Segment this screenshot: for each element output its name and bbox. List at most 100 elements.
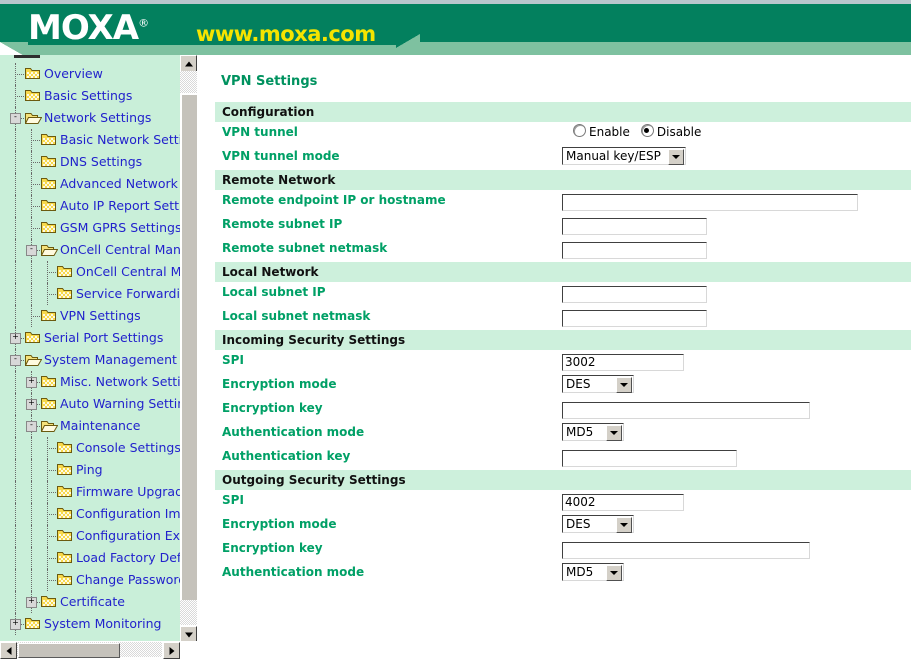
sidebar-item-dns-settings[interactable]: DNS Settings — [0, 151, 197, 173]
vertical-scroll-thumb[interactable] — [181, 94, 198, 601]
input-local-subnet-ip[interactable] — [562, 285, 707, 303]
input-remote-subnet-ip[interactable] — [562, 217, 707, 235]
select-dropdown-button[interactable] — [606, 565, 622, 581]
sidebar-item-label[interactable]: DNS Settings — [60, 151, 142, 173]
sidebar-item-auto-warning-settings[interactable]: + Auto Warning Settings — [0, 393, 197, 415]
select-authentication-mode[interactable]: MD5 — [562, 563, 624, 581]
input-spi[interactable] — [562, 353, 684, 371]
sidebar-item-oncell-central-management[interactable]: - OnCell Central Management — [0, 239, 197, 261]
sidebar-item-label[interactable]: Overview — [44, 63, 103, 85]
sidebar-item-label[interactable]: Maintenance — [60, 415, 141, 437]
select-encryption-mode[interactable]: DES — [562, 375, 634, 393]
select-authentication-mode[interactable]: MD5 — [562, 423, 624, 441]
input-encryption-key[interactable] — [562, 401, 810, 419]
tree-expand-icon[interactable]: + — [26, 597, 37, 608]
sidebar-item-system-management[interactable]: - System Management — [0, 349, 197, 371]
sidebar-item-change-password[interactable]: Change Password — [0, 569, 197, 591]
sidebar-item-service-forwarding[interactable]: Service Forwarding — [0, 283, 197, 305]
select-dropdown-button[interactable] — [668, 149, 684, 165]
sidebar-item-label[interactable]: Auto IP Report Settings — [60, 195, 197, 217]
input-local-subnet-netmask[interactable] — [562, 309, 707, 327]
tree-collapse-icon[interactable]: - — [10, 355, 21, 366]
sidebar-item-label[interactable]: Serial Port Settings — [44, 327, 163, 349]
sidebar-vertical-scrollbar[interactable] — [180, 55, 198, 643]
sidebar-item-label[interactable]: Firmware Upgrade — [76, 481, 191, 503]
tree-expand-icon[interactable]: + — [26, 399, 37, 410]
input-spi[interactable] — [562, 493, 684, 511]
sidebar-item-certificate[interactable]: + Certificate — [0, 591, 197, 613]
sidebar-item-maintenance[interactable]: - Maintenance — [0, 415, 197, 437]
tree-expand-icon[interactable]: + — [26, 377, 37, 388]
select-dropdown-button[interactable] — [606, 425, 622, 441]
sidebar-item-gsm-gprs-settings[interactable]: GSM GPRS Settings — [0, 217, 197, 239]
sidebar-item-label[interactable]: Advanced Network Settings — [60, 173, 197, 195]
sidebar-item-label[interactable]: Certificate — [60, 591, 125, 613]
scroll-left-button[interactable] — [0, 642, 17, 659]
scroll-up-button[interactable] — [180, 55, 197, 72]
sidebar-item-firmware-upgrade[interactable]: Firmware Upgrade — [0, 481, 197, 503]
sidebar-item-overview[interactable]: Overview — [0, 63, 197, 85]
sidebar-item-configuration-import[interactable]: Configuration Import — [0, 503, 197, 525]
radio-disable[interactable] — [640, 124, 654, 137]
sidebar-item-label[interactable]: Basic Network Settings — [60, 129, 197, 151]
tree-collapse-icon[interactable]: - — [10, 113, 21, 124]
sidebar-item-label[interactable]: OnCell Central Management — [76, 261, 197, 283]
radio-enable[interactable] — [573, 124, 586, 137]
radio-label[interactable]: Disable — [657, 125, 702, 139]
navigation-tree[interactable]: Overview Basic Settings - Network Settings B… — [0, 63, 197, 635]
sidebar-item-auto-ip-report-settings[interactable]: Auto IP Report Settings — [0, 195, 197, 217]
sidebar-item-label[interactable]: Network Settings — [44, 107, 151, 129]
scroll-right-button[interactable] — [163, 642, 180, 659]
tree-guide-line — [15, 591, 16, 613]
sidebar-item-label[interactable]: Console Settings — [76, 437, 181, 459]
select-dropdown-button[interactable] — [616, 377, 632, 393]
sidebar-item-label[interactable]: Service Forwarding — [76, 283, 196, 305]
sidebar-item-label[interactable]: Load Factory Default — [76, 547, 197, 569]
sidebar-item-vpn-settings[interactable]: VPN Settings — [0, 305, 197, 327]
sidebar-item-load-factory-default[interactable]: Load Factory Default — [0, 547, 197, 569]
vertical-scroll-track[interactable] — [180, 71, 197, 93]
sidebar-item-label[interactable]: OnCell Central Management — [60, 239, 197, 261]
sidebar-item-label[interactable]: VPN Settings — [60, 305, 141, 327]
sidebar-item-network-settings[interactable]: - Network Settings — [0, 107, 197, 129]
sidebar-item-label[interactable]: Configuration Export — [76, 525, 197, 547]
sidebar-item-oncell-central-management[interactable]: OnCell Central Management — [0, 261, 197, 283]
sidebar-item-label[interactable]: Misc. Network Settings — [60, 371, 197, 393]
radio-label[interactable]: Enable — [589, 125, 630, 139]
sidebar-item-system-monitoring[interactable]: + System Monitoring — [0, 613, 197, 635]
select-dropdown-button[interactable] — [616, 517, 632, 533]
sidebar-item-label[interactable]: Configuration Import — [76, 503, 197, 525]
sidebar-item-console-settings[interactable]: Console Settings — [0, 437, 197, 459]
navigation-sidebar[interactable]: Overview Basic Settings - Network Settings B… — [0, 55, 197, 658]
sidebar-item-label[interactable]: Basic Settings — [44, 85, 132, 107]
select-vpn-tunnel-mode[interactable]: Manual key/ESP — [562, 147, 686, 165]
sidebar-item-label[interactable]: Change Password — [76, 569, 186, 591]
sidebar-item-advanced-network-settings[interactable]: Advanced Network Settings — [0, 173, 197, 195]
sidebar-item-serial-port-settings[interactable]: + Serial Port Settings — [0, 327, 197, 349]
sidebar-item-configuration-export[interactable]: Configuration Export — [0, 525, 197, 547]
sidebar-item-misc-network-settings[interactable]: + Misc. Network Settings — [0, 371, 197, 393]
sidebar-item-label[interactable]: Auto Warning Settings — [60, 393, 197, 415]
vertical-scroll-track-lower[interactable] — [180, 600, 197, 625]
input-remote-subnet-netmask[interactable] — [562, 241, 707, 259]
select-encryption-mode[interactable]: DES — [562, 515, 634, 533]
section-header: Remote Network — [215, 170, 911, 190]
tree-collapse-icon[interactable]: - — [26, 245, 37, 256]
input-remote-endpoint-ip-or-hostname[interactable] — [562, 193, 858, 211]
sidebar-item-label[interactable]: Ping — [76, 459, 103, 481]
tree-expand-icon[interactable]: + — [10, 619, 21, 630]
sidebar-item-basic-network-settings[interactable]: Basic Network Settings — [0, 129, 197, 151]
radio-group-vpn-tunnel[interactable]: Enable Disable — [573, 124, 712, 139]
horizontal-scroll-thumb[interactable] — [18, 643, 120, 658]
input-encryption-key[interactable] — [562, 541, 810, 559]
sidebar-horizontal-scrollbar[interactable] — [0, 641, 197, 659]
sidebar-item-label[interactable]: System Management — [44, 349, 177, 371]
sidebar-item-label[interactable]: GSM GPRS Settings — [60, 217, 181, 239]
sidebar-item-basic-settings[interactable]: Basic Settings — [0, 85, 197, 107]
folder-closed-icon — [57, 573, 72, 586]
sidebar-item-label[interactable]: System Monitoring — [44, 613, 161, 635]
input-authentication-key[interactable] — [562, 449, 737, 467]
sidebar-item-ping[interactable]: Ping — [0, 459, 197, 481]
tree-expand-icon[interactable]: + — [10, 333, 21, 344]
tree-collapse-icon[interactable]: - — [26, 421, 37, 432]
